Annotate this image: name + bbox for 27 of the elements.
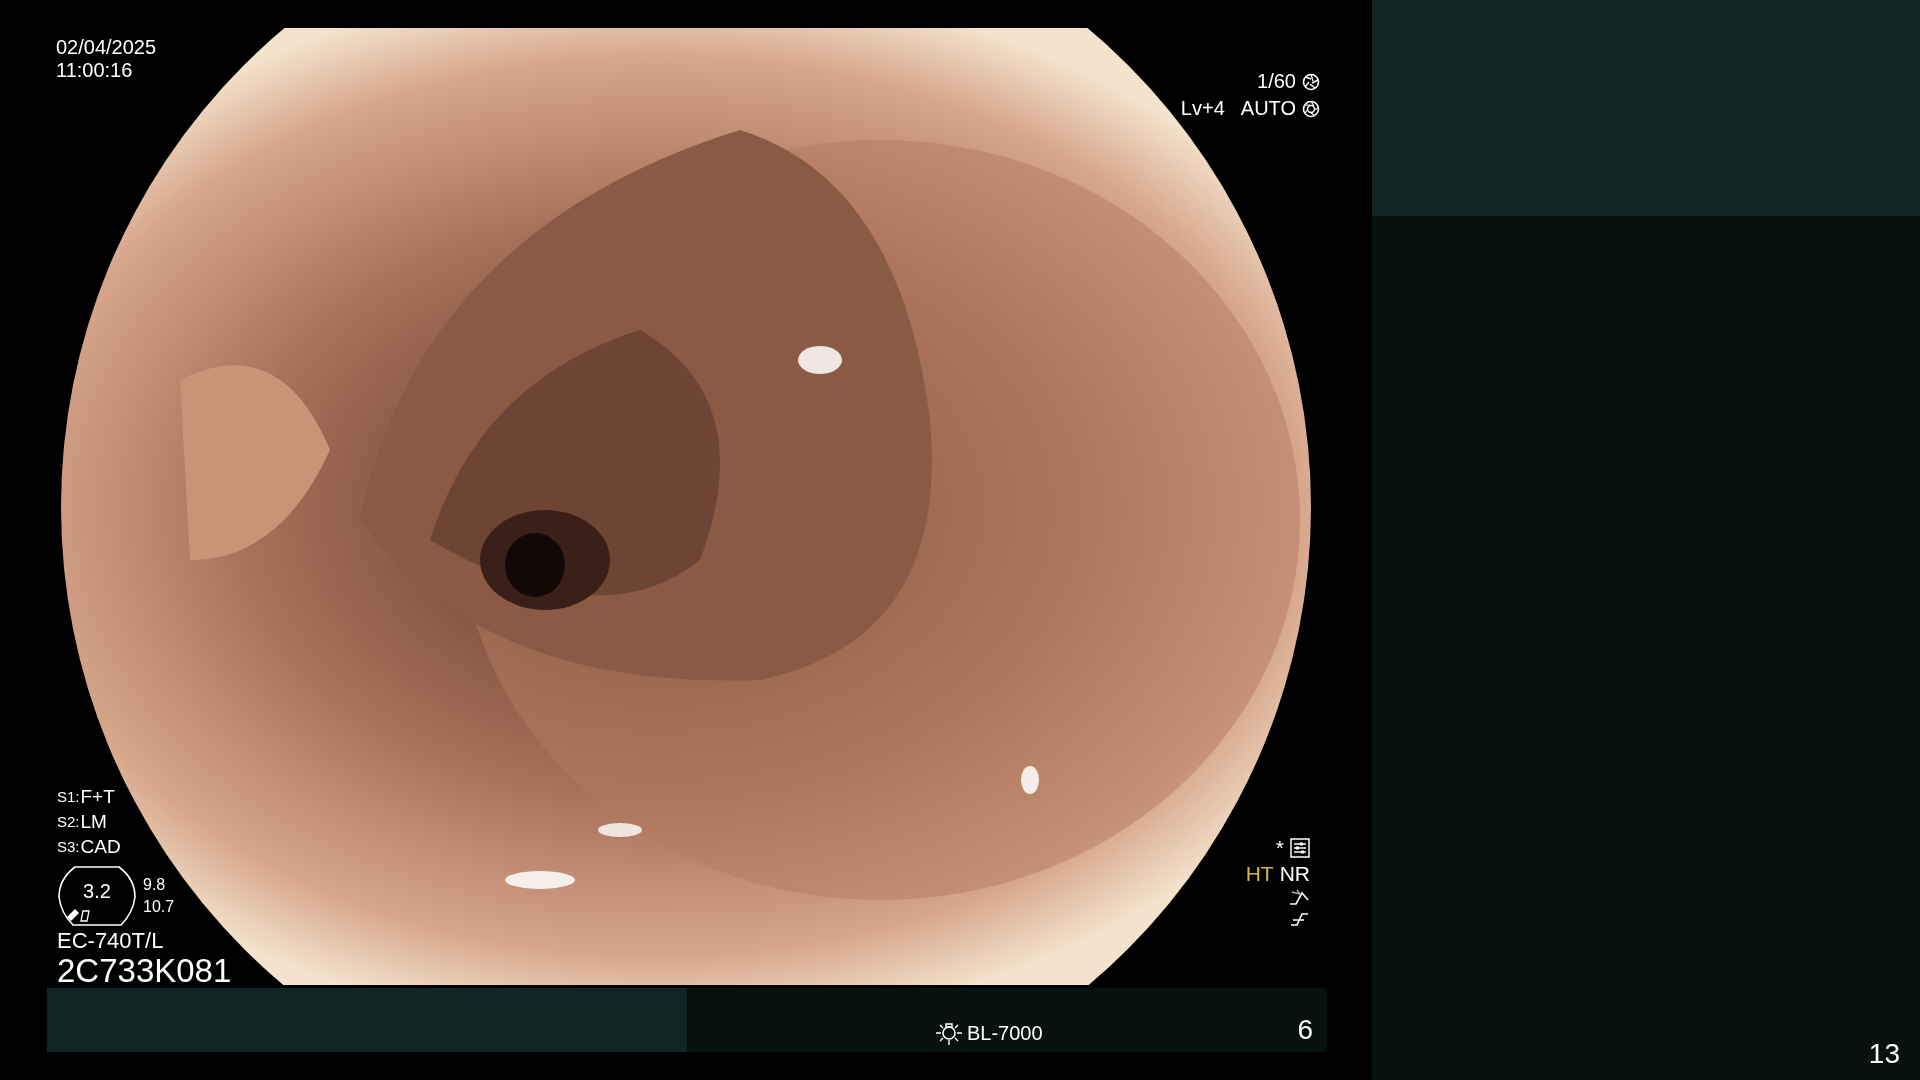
light-source-text: BL-7000 [967, 1021, 1043, 1045]
time-text: 11:00:16 [56, 59, 134, 82]
scope-serial: 2C733K081 [57, 953, 232, 989]
switch-key: S1: [57, 784, 80, 809]
aperture-icon [1302, 99, 1320, 118]
page-number: 13 [1868, 1038, 1900, 1070]
curve-icon [1288, 888, 1310, 908]
switch-value: CAD [80, 835, 121, 859]
settings-icon [1290, 838, 1310, 858]
date-text: 02/04/2025 [56, 36, 157, 59]
shutter-text: 1/60 [1257, 69, 1296, 94]
shutter-icon [1302, 72, 1320, 91]
lamp-icon [935, 1020, 963, 1046]
asterisk-text: * [1275, 836, 1284, 860]
zoom-value: 3.2 [83, 879, 111, 903]
mode-label: NR [1279, 862, 1310, 886]
zoom-lower-text: 10.7 [143, 897, 175, 917]
switch-key: S3: [57, 834, 80, 859]
mode-label: HT [1245, 862, 1274, 886]
scope-model: EC-740T/L [57, 929, 165, 953]
count-text: 6 [1297, 1014, 1313, 1046]
mode-text: AUTO [1240, 96, 1296, 121]
switch-value: LM [80, 810, 107, 834]
switch-key: S2: [57, 809, 80, 834]
zoom-upper-text: 9.8 [143, 875, 167, 895]
switch-value: F+T [80, 785, 115, 809]
level-text: Lv+4 [1180, 96, 1225, 121]
